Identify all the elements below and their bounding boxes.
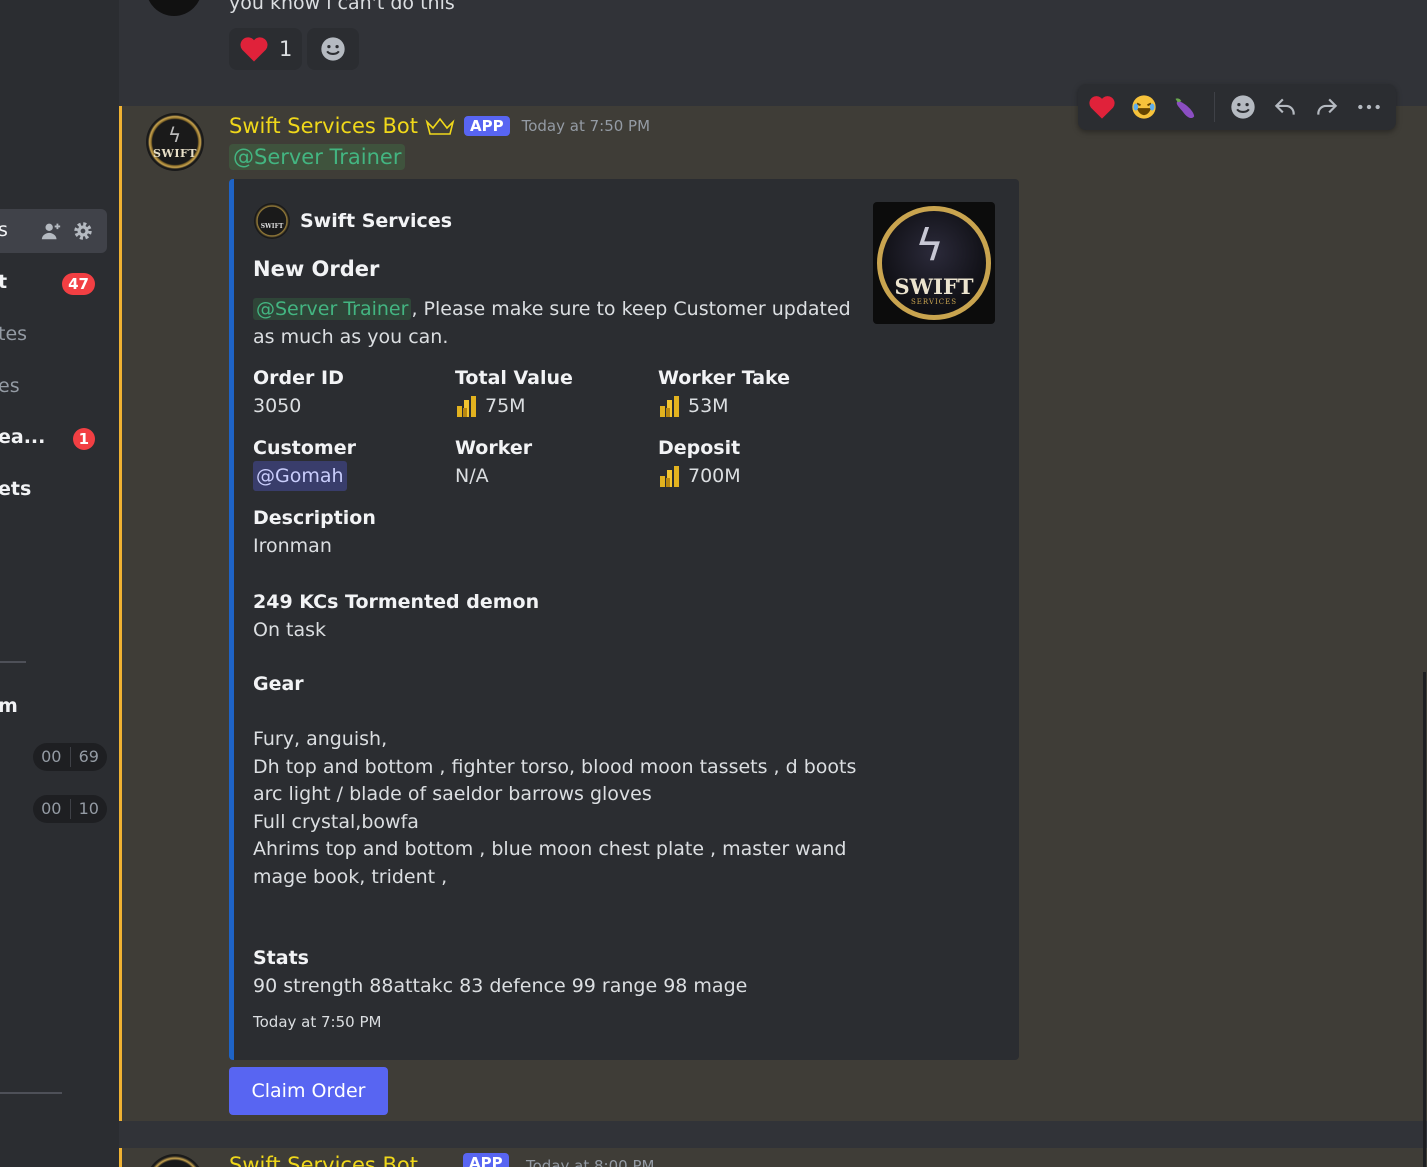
gold-coins-icon [660,396,679,417]
sidebar-item-channel-4[interactable]: es [0,365,107,409]
avatar[interactable] [146,1154,204,1167]
embed-footer-timestamp: Today at 7:50 PM [253,1013,382,1031]
message-text: you know i can't do this [229,0,455,14]
field-worker-take: Worker Take 53M [658,367,791,417]
embed-author: SWIFT Swift Services [254,203,452,239]
heart-icon [240,37,268,62]
sidebar-item-channel-3[interactable]: tes [0,313,107,357]
field-order-id: Order ID 3050 [253,367,344,417]
message-header: Swift Services Bot APP Today at 7:50 PM [229,112,650,140]
add-member-icon[interactable] [40,220,62,242]
category-divider [0,1092,62,1094]
next-message: Swift Services Bot APP Today at 8:00 PM [119,1148,1427,1167]
eggplant-icon [1175,98,1195,119]
field-customer: Customer @Gomah [253,435,453,491]
lightning-icon: ϟ [915,220,945,271]
timestamp: Today at 7:50 PM [521,117,651,135]
sidebar-item-unread-1[interactable]: t 47 [0,261,107,305]
joy-icon [1132,95,1156,119]
mention-highlight-bar [119,106,122,1121]
category-divider [0,661,26,663]
sidebar-item-voice-category[interactable]: m [0,685,107,729]
reply-button[interactable] [1271,93,1299,121]
gear-section: Gear Fury, anguish, Dh top and bottom , … [253,673,857,888]
mention-badge: 1 [72,428,95,450]
user-limit-pill: 00 69 [33,743,107,771]
eggplant-reaction-button[interactable] [1172,93,1200,121]
avatar[interactable] [146,0,202,16]
field-deposit: Deposit 700M [658,437,741,487]
stats-section: Stats 90 strength 88attakc 83 defence 99… [253,947,748,997]
heart-reaction-button[interactable] [1088,93,1116,121]
username[interactable]: Swift Services Bot [229,114,418,138]
gold-coins-icon [660,466,679,487]
embed-title: New Order [253,257,380,281]
user-limit-pill: 00 10 [33,795,107,823]
mention-badge: 47 [62,273,95,295]
heart-icon [1089,96,1115,119]
app-tag: APP [464,116,510,136]
reply-icon [1274,98,1295,115]
kc-section: 249 KCs Tormented demon On task [253,591,540,641]
add-reaction-button[interactable] [307,28,359,70]
username[interactable]: Swift Services Bot [229,1153,418,1167]
forward-icon [1317,98,1338,115]
smiley-icon [321,37,345,61]
role-mention[interactable]: @Server Trainer [229,144,406,170]
channel-sidebar: s t 47 tes es ea... 1 ets m 00 69 00 10 [0,0,119,1167]
embed-thumbnail[interactable]: ϟ SWIFT SERVICES [873,202,995,324]
joy-reaction-button[interactable] [1130,93,1158,121]
scrollbar-track[interactable] [1423,672,1426,1167]
author-name: Swift Services [300,210,453,232]
author-avatar: SWIFT [254,203,290,239]
timestamp: Today at 8:00 PM [526,1157,655,1167]
order-embed: SWIFT Swift Services New Order @Server T… [229,179,1019,1060]
app-tag: APP [463,1153,509,1167]
user-mention[interactable]: @Gomah [253,461,347,491]
sidebar-item-unread-3[interactable]: ets [0,468,107,512]
more-icon [1358,104,1380,110]
message-hover-toolbar [1078,84,1396,130]
crown-icon [425,117,455,135]
avatar[interactable]: ϟ SWIFT [146,113,204,171]
embed-description: @Server Trainer, Please make sure to kee… [253,298,851,348]
add-reaction-button[interactable] [1229,93,1257,121]
field-total-value: Total Value 75M [455,367,573,417]
reaction-heart[interactable]: 1 [229,28,303,70]
claim-order-button[interactable]: Claim Order [229,1067,388,1115]
more-button[interactable] [1355,93,1383,121]
sidebar-item-active-channel[interactable]: s [0,209,107,253]
forward-button[interactable] [1313,93,1341,121]
field-description: Description Ironman [253,507,376,557]
sidebar-item-unread-2[interactable]: ea... 1 [0,416,107,460]
smiley-icon [1231,95,1255,119]
gold-coins-icon [457,396,476,417]
role-mention[interactable]: @Server Trainer [253,298,412,320]
field-worker: Worker N/A [455,437,533,487]
gear-icon[interactable] [72,220,94,242]
